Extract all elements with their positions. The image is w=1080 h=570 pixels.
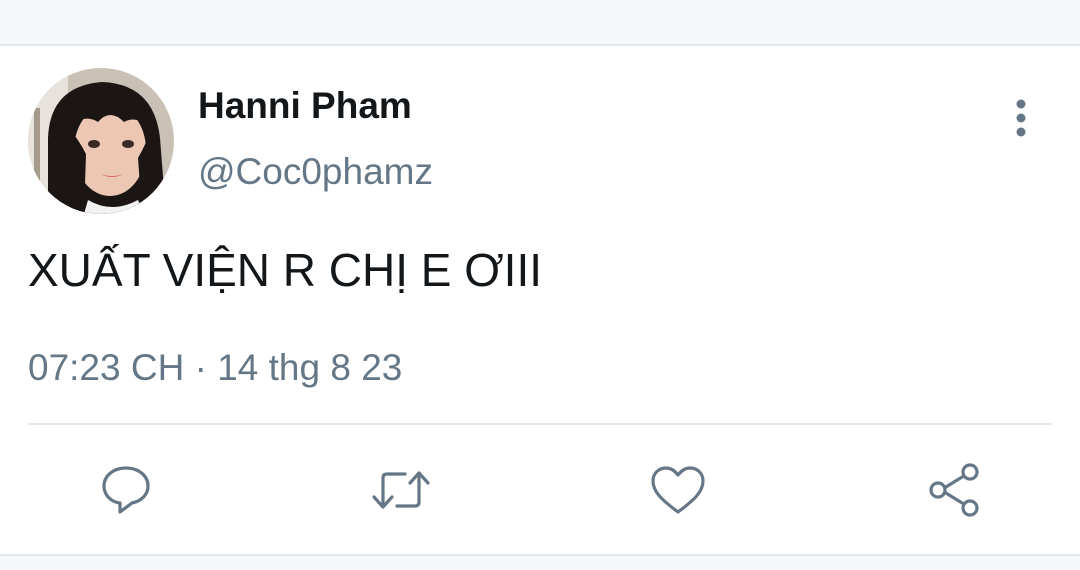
- avatar-photo: [28, 68, 174, 214]
- tweet-time: 07:23 CH: [28, 347, 185, 388]
- reply-icon: [102, 466, 150, 514]
- retweet-button[interactable]: [369, 458, 433, 522]
- more-options-button[interactable]: [996, 90, 1046, 146]
- heart-icon: [651, 466, 705, 514]
- reply-button[interactable]: [94, 458, 158, 522]
- tweet-text: XUẤT VIỆN R CHỊ E ƠIII: [28, 244, 543, 296]
- avatar[interactable]: [28, 68, 174, 214]
- tweet-card[interactable]: Hanni Pham @Coc0phamz XUẤT VIỆN R CHỊ E …: [0, 44, 1080, 556]
- display-name[interactable]: Hanni Pham: [198, 84, 412, 128]
- like-button[interactable]: [646, 458, 710, 522]
- divider: [28, 423, 1052, 425]
- meta-separator: ·: [194, 347, 207, 388]
- tweet-date: 14 thg 8 23: [217, 347, 403, 388]
- tweet-timestamp: 07:23 CH · 14 thg 8 23: [28, 346, 402, 390]
- share-button[interactable]: [922, 458, 986, 522]
- top-strip: [0, 0, 1080, 44]
- share-icon: [929, 463, 979, 517]
- user-handle[interactable]: @Coc0phamz: [198, 150, 433, 194]
- more-vertical-icon: [1016, 99, 1026, 137]
- retweet-icon: [372, 471, 430, 509]
